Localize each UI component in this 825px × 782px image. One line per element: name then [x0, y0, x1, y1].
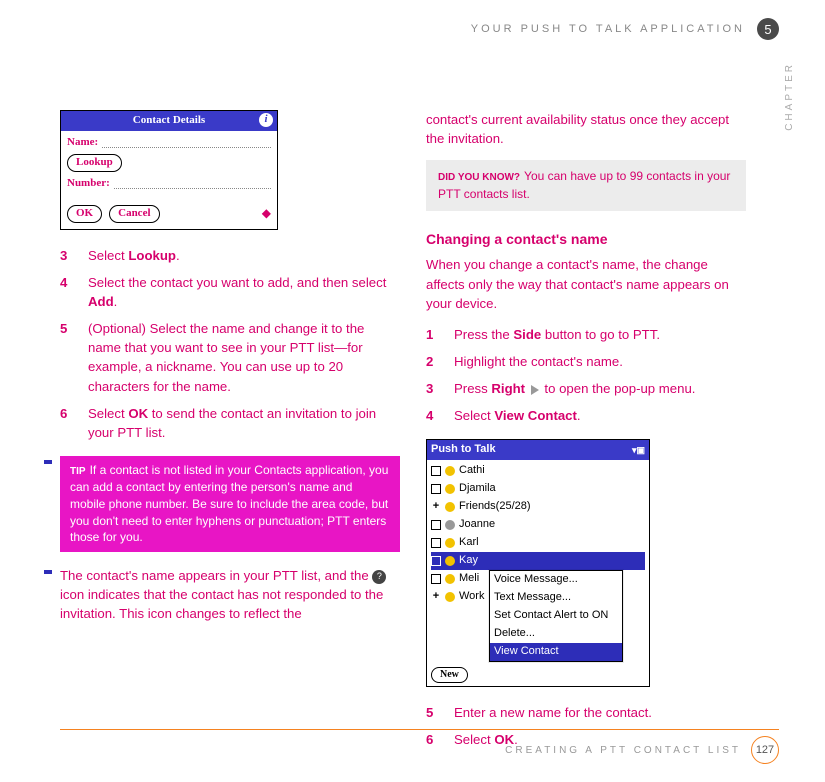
dialog-title-bar: Contact Details i [61, 111, 277, 131]
left-column: Contact Details i Name: Lookup Number: [60, 110, 400, 763]
did-you-know-label: DID YOU KNOW? [438, 172, 520, 183]
tip-callout: TIPIf a contact is not listed in your Co… [60, 456, 400, 552]
scroll-indicator-icon: ◆ [262, 205, 271, 222]
right-steps-a: 1 Press the Side button to go to PTT. 2 … [426, 325, 746, 426]
did-you-know-callout: DID YOU KNOW?You can have up to 99 conta… [426, 160, 746, 211]
right-arrow-icon [531, 385, 539, 395]
popup-item-selected[interactable]: View Contact [490, 643, 622, 661]
right-intro-paragraph: contact's current availability status on… [426, 110, 746, 148]
ptt-item[interactable]: Cathi [431, 462, 645, 480]
page-header: YOUR PUSH TO TALK APPLICATION 5 [60, 18, 779, 40]
chapter-vertical-label: CHAPTER [784, 62, 795, 131]
page-footer: CREATING A PTT CONTACT LIST 127 [60, 729, 779, 764]
name-label: Name: [67, 135, 98, 151]
subhead-paragraph: When you change a contact's name, the ch… [426, 255, 746, 312]
ptt-item[interactable]: +Work [431, 588, 489, 606]
new-button[interactable]: New [431, 667, 468, 684]
list-item: 6 Select OK to send the contact an invit… [60, 404, 400, 442]
list-item: 3 Select Lookup. [60, 246, 400, 265]
ptt-screen: Push to Talk ▾▣ Cathi Djamila +Friends(2… [426, 439, 650, 687]
popup-item[interactable]: Text Message... [490, 589, 622, 607]
subheading: Changing a contact's name [426, 229, 746, 249]
number-field[interactable] [114, 178, 271, 189]
ptt-title-bar: Push to Talk ▾▣ [427, 440, 649, 460]
ptt-item[interactable]: Meli [431, 570, 489, 588]
ptt-contact-list: Cathi Djamila +Friends(25/28) Joanne Kar… [427, 460, 649, 663]
ptt-item[interactable]: Joanne [431, 516, 645, 534]
dialog-title: Contact Details [133, 113, 205, 129]
list-item: 4 Select the contact you want to add, an… [60, 273, 400, 311]
left-steps-list: 3 Select Lookup. 4 Select the contact yo… [60, 246, 400, 442]
ok-button[interactable]: OK [67, 205, 102, 223]
ptt-item[interactable]: Karl [431, 534, 645, 552]
pending-contact-icon [372, 570, 386, 584]
contact-details-dialog: Contact Details i Name: Lookup Number: [60, 110, 278, 230]
list-item: 5 (Optional) Select the name and change … [60, 319, 400, 396]
header-section-title: YOUR PUSH TO TALK APPLICATION [471, 23, 745, 35]
list-item: 2 Highlight the contact's name. [426, 352, 746, 371]
list-item: 5 Enter a new name for the contact. [426, 703, 746, 722]
list-item: 3 Press Right to open the pop-up menu. [426, 379, 746, 398]
list-item: 4 Select View Contact. [426, 406, 746, 425]
ptt-item-selected[interactable]: Kay [431, 552, 645, 570]
info-icon[interactable]: i [259, 113, 273, 127]
chapter-number-badge: 5 [757, 18, 779, 40]
tip-text: If a contact is not listed in your Conta… [70, 463, 388, 544]
popup-item[interactable]: Set Contact Alert to ON [490, 607, 622, 625]
ptt-item[interactable]: +Friends(25/28) [431, 498, 645, 516]
ptt-item[interactable]: Djamila [431, 480, 645, 498]
popup-item[interactable]: Delete... [490, 625, 622, 643]
tip-label: TIP [70, 466, 86, 477]
left-paragraph: The contact's name appears in your PTT l… [60, 566, 400, 623]
lookup-button[interactable]: Lookup [67, 154, 122, 172]
cancel-button[interactable]: Cancel [109, 205, 159, 223]
list-item: 1 Press the Side button to go to PTT. [426, 325, 746, 344]
name-field[interactable] [102, 137, 271, 148]
popup-item[interactable]: Voice Message... [490, 571, 622, 589]
footer-title: CREATING A PTT CONTACT LIST [505, 745, 741, 756]
ptt-title-text: Push to Talk [431, 442, 496, 458]
ptt-popup-menu: Voice Message... Text Message... Set Con… [489, 570, 623, 662]
page-number: 127 [751, 736, 779, 764]
number-label: Number: [67, 176, 110, 192]
dropdown-icon[interactable]: ▾▣ [632, 444, 645, 457]
right-column: contact's current availability status on… [426, 110, 746, 763]
